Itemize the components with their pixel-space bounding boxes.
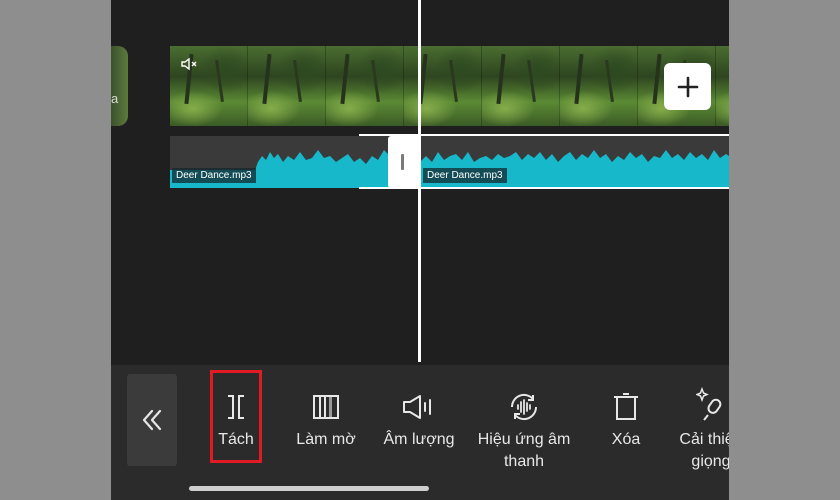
previous-clip-thumbnail[interactable]	[111, 46, 128, 126]
editor-screen: a Deer Dance.mp3 Deer Dance.mp3 Tách Làm…	[111, 0, 729, 500]
collapse-toolbar-button[interactable]	[127, 374, 177, 466]
video-frame	[716, 46, 729, 126]
trash-icon	[614, 393, 638, 420]
voice-enhance-tool-button[interactable]: Cải thiện giọng	[671, 365, 729, 475]
video-frame	[482, 46, 560, 126]
sound-effect-icon	[510, 393, 538, 421]
speaker-muted-icon[interactable]	[181, 57, 199, 71]
playhead[interactable]	[418, 0, 421, 362]
delete-tool-button[interactable]: Xóa	[591, 365, 661, 475]
previous-clip-label: a	[111, 91, 119, 106]
split-icon	[228, 395, 244, 419]
home-indicator[interactable]	[189, 486, 429, 491]
volume-label: Âm lượng	[383, 431, 455, 448]
volume-icon	[403, 395, 431, 419]
bottom-toolbar: Tách Làm mờ Âm lượng Hiệu ứng âm thanh X…	[111, 365, 729, 500]
audio-trim-handle[interactable]	[388, 136, 418, 188]
plus-icon	[677, 76, 698, 97]
double-chevron-left-icon	[142, 409, 162, 431]
video-frame	[248, 46, 326, 126]
split-tool-button[interactable]: Tách	[210, 365, 262, 475]
blur-icon	[313, 395, 339, 419]
sound-effect-label: Hiệu ứng âm thanh	[477, 431, 571, 470]
video-frame	[326, 46, 404, 126]
volume-tool-button[interactable]: Âm lượng	[379, 365, 459, 475]
voice-enhance-icon	[696, 387, 722, 421]
sound-effect-tool-button[interactable]: Hiệu ứng âm thanh	[469, 365, 579, 475]
delete-label: Xóa	[611, 431, 641, 448]
audio-clip-label: Deer Dance.mp3	[423, 168, 507, 183]
video-frame	[404, 46, 482, 126]
voice-enhance-label: Cải thiện giọng	[679, 431, 729, 470]
split-label: Tách	[218, 431, 254, 448]
audio-clip-label: Deer Dance.mp3	[172, 168, 256, 183]
video-track[interactable]	[170, 46, 729, 126]
video-frame	[560, 46, 638, 126]
blur-tool-button[interactable]: Làm mờ	[291, 365, 361, 475]
blur-label: Làm mờ	[296, 431, 356, 448]
add-clip-button[interactable]	[664, 63, 711, 110]
